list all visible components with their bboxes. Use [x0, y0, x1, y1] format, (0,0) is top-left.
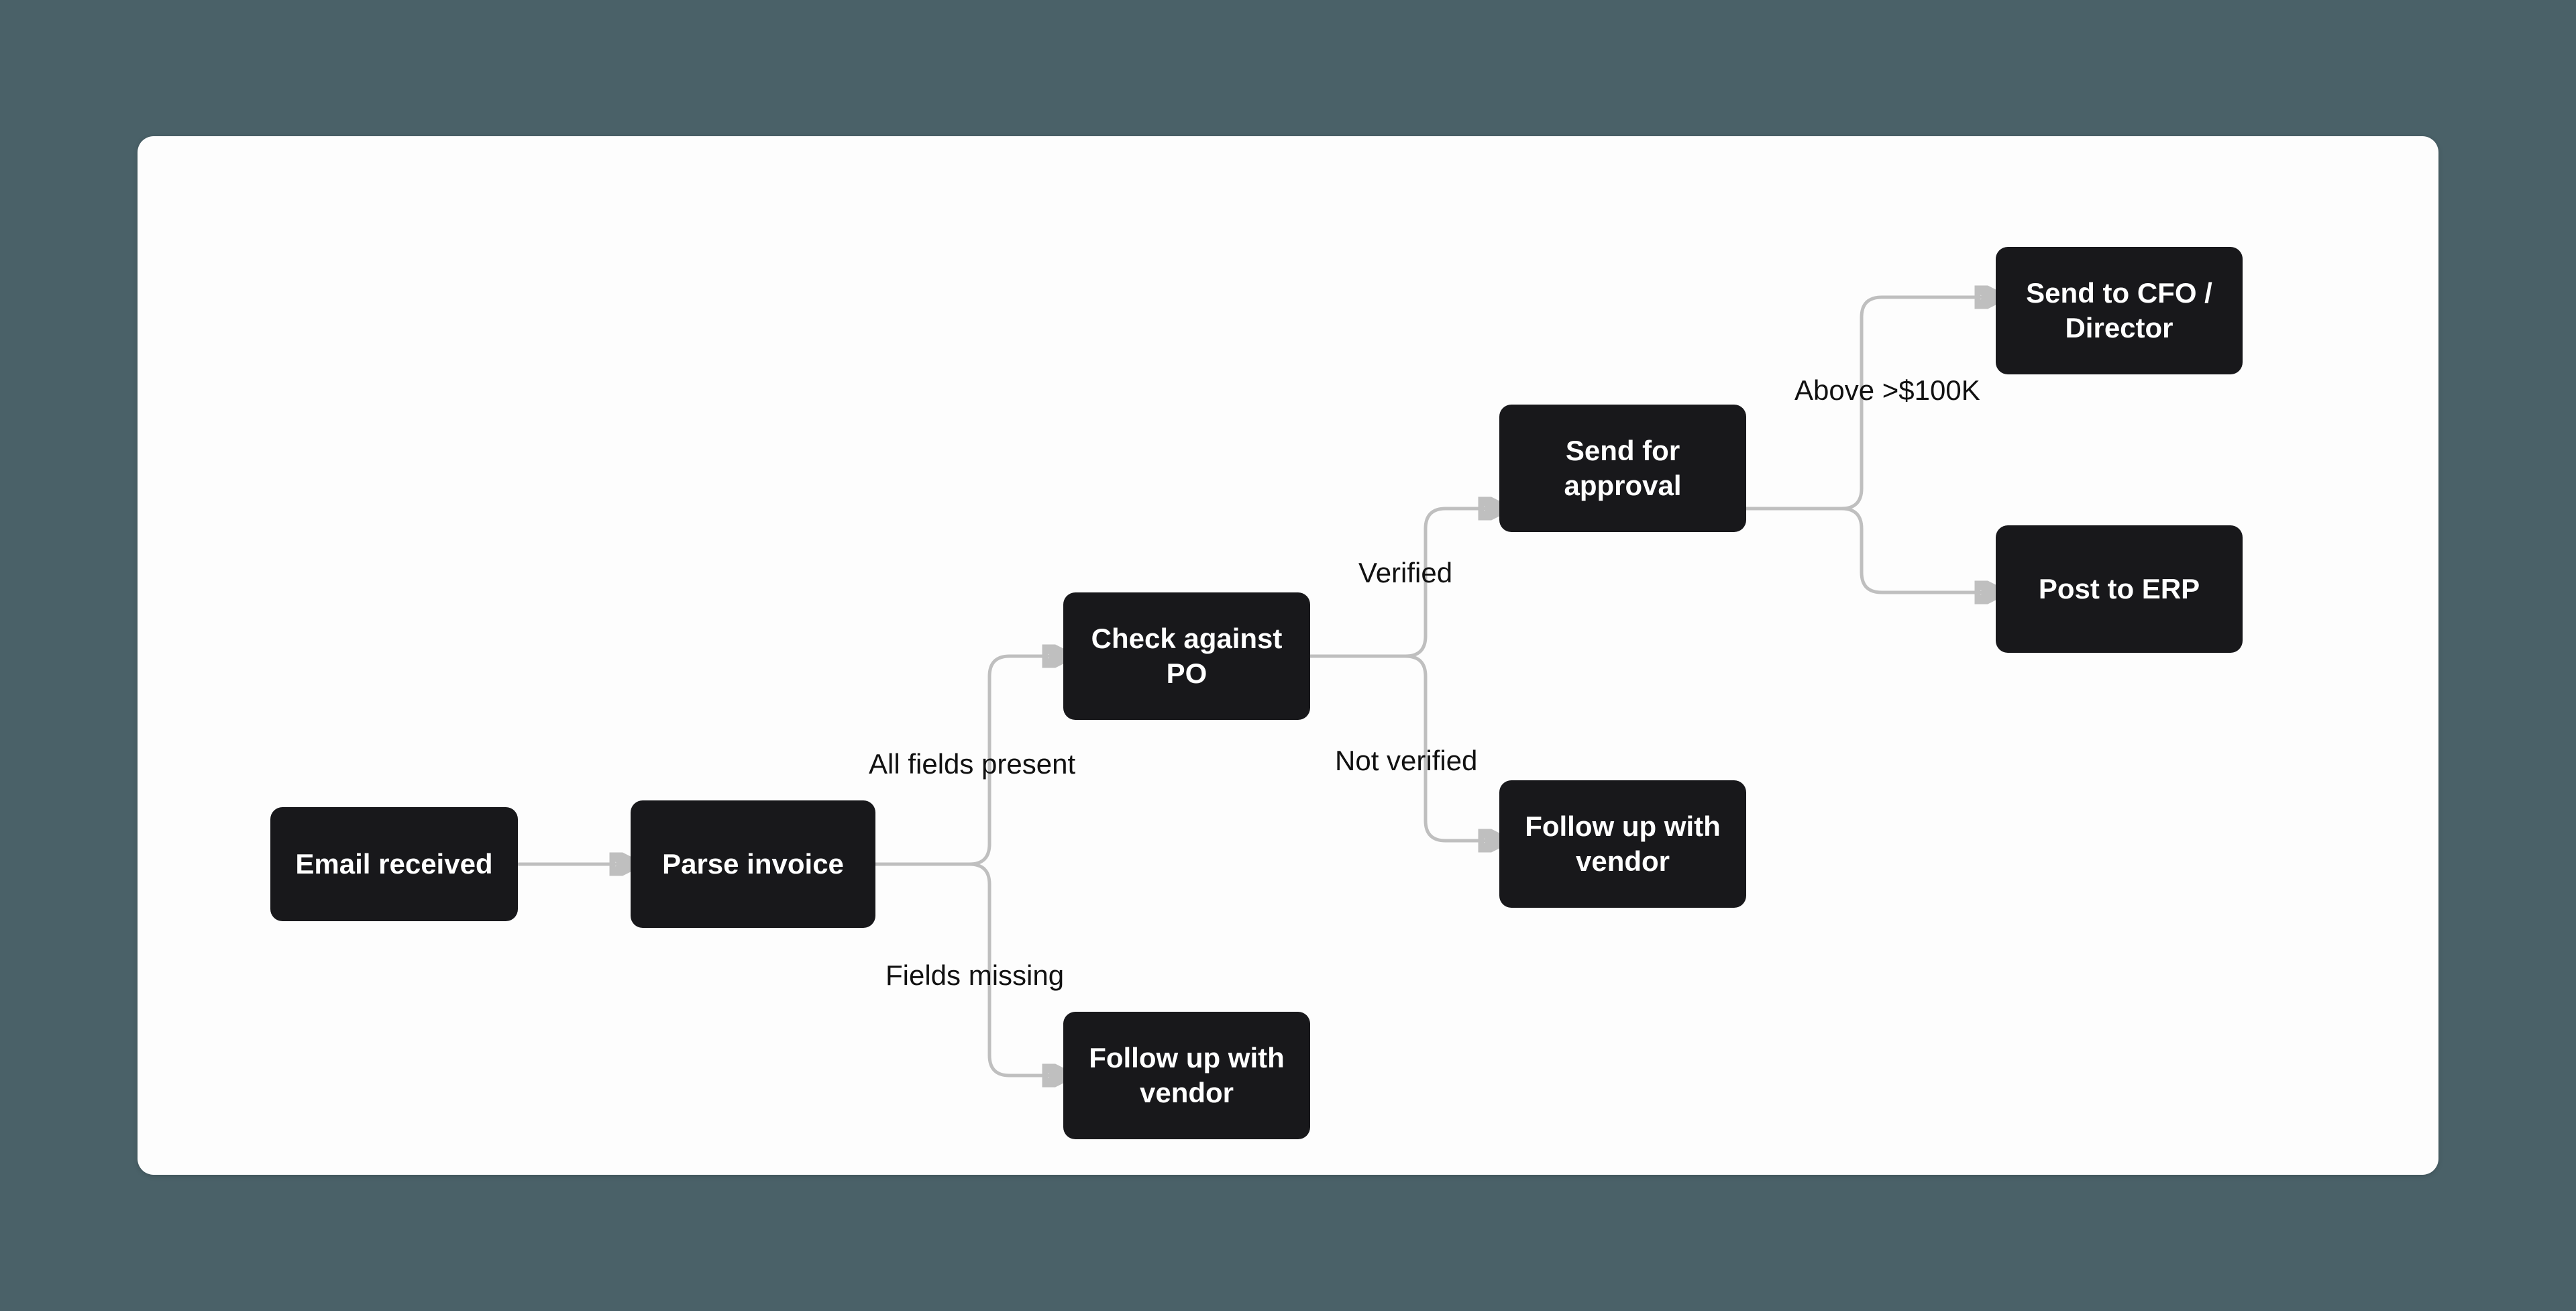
node-email-received: Email received — [270, 807, 518, 921]
edge-label-all-fields-present: All fields present — [869, 748, 1075, 780]
node-send-cfo-director: Send to CFO / Director — [1996, 247, 2243, 374]
edge-label-above-100k: Above >$100K — [1794, 374, 1980, 407]
edge-label-verified: Verified — [1358, 557, 1452, 589]
node-followup-vendor-2: Follow up with vendor — [1499, 780, 1746, 908]
diagram-canvas: Email received Parse invoice Check again… — [138, 136, 2438, 1175]
edge-label-not-verified: Not verified — [1335, 745, 1477, 777]
node-followup-vendor-1: Follow up with vendor — [1063, 1012, 1310, 1139]
node-parse-invoice: Parse invoice — [631, 800, 875, 928]
node-check-against-po: Check against PO — [1063, 592, 1310, 720]
edge-label-fields-missing: Fields missing — [885, 959, 1064, 992]
node-post-to-erp: Post to ERP — [1996, 525, 2243, 653]
node-send-for-approval: Send for approval — [1499, 405, 1746, 532]
